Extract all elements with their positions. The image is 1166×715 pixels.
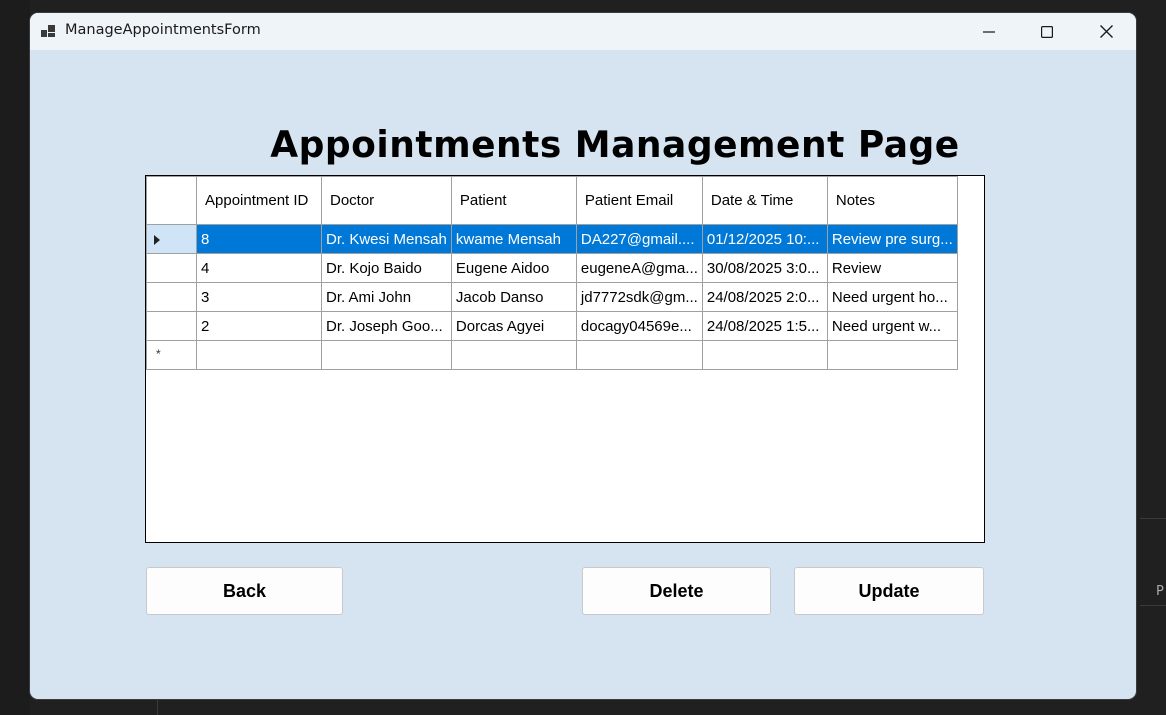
table-cell[interactable]: Dr. Kwesi Mensah xyxy=(321,224,452,254)
table-cell[interactable]: kwame Mensah xyxy=(450,224,577,254)
table-cell[interactable] xyxy=(575,340,703,370)
table-cell[interactable] xyxy=(701,340,828,370)
table-cell[interactable]: docagy04569e... xyxy=(575,311,703,341)
table-cell[interactable]: 3 xyxy=(196,282,322,312)
table-row[interactable]: 4 Dr. Kojo Baido Eugene Aidoo eugeneA@gm… xyxy=(146,253,958,283)
background-divider xyxy=(157,698,158,715)
new-row-marker: * xyxy=(156,347,161,361)
table-cell[interactable]: 01/12/2025 10:... xyxy=(701,224,828,254)
close-button[interactable] xyxy=(1077,13,1135,50)
delete-button[interactable]: Delete xyxy=(582,567,771,615)
column-header[interactable]: Doctor xyxy=(321,176,452,225)
table-cell[interactable] xyxy=(321,340,452,370)
table-row[interactable]: 2 Dr. Joseph Goo... Dorcas Agyei docagy0… xyxy=(146,311,958,341)
close-icon xyxy=(1099,25,1113,38)
table-cell[interactable]: Review pre surg... xyxy=(826,224,958,254)
manage-appointments-window: ManageAppointmentsForm Appointments Mana… xyxy=(30,13,1136,699)
appointments-table: Appointment ID Doctor Patient Patient Em… xyxy=(146,176,958,370)
table-row[interactable]: 3 Dr. Ami John Jacob Danso jd7772sdk@gm.… xyxy=(146,282,958,312)
table-cell[interactable] xyxy=(196,340,322,370)
table-cell[interactable]: 4 xyxy=(196,253,322,283)
desktop-background-left xyxy=(0,0,30,715)
table-cell[interactable]: jd7772sdk@gm... xyxy=(575,282,703,312)
table-cell[interactable]: 30/08/2025 3:0... xyxy=(701,253,828,283)
row-header[interactable] xyxy=(146,224,197,254)
column-header[interactable]: Notes xyxy=(826,176,958,225)
update-button[interactable]: Update xyxy=(794,567,984,615)
table-cell[interactable]: DA227@gmail.... xyxy=(575,224,703,254)
table-cell[interactable]: Dr. Joseph Goo... xyxy=(321,311,452,341)
row-header[interactable] xyxy=(146,282,197,312)
column-header[interactable]: Patient Email xyxy=(575,176,703,225)
column-header[interactable]: Appointment ID xyxy=(196,176,322,225)
page-title: Appointments Management Page xyxy=(270,124,960,167)
desktop-background-right xyxy=(1136,0,1166,715)
table-cell[interactable]: Dorcas Agyei xyxy=(450,311,577,341)
table-cell[interactable]: Eugene Aidoo xyxy=(450,253,577,283)
new-row[interactable]: * xyxy=(146,340,958,370)
background-divider xyxy=(1140,605,1166,606)
row-header[interactable] xyxy=(146,311,197,341)
row-header[interactable] xyxy=(146,253,197,283)
window-title: ManageAppointmentsForm xyxy=(65,22,261,38)
title-bar[interactable]: ManageAppointmentsForm xyxy=(30,13,1136,50)
minimize-button[interactable] xyxy=(960,13,1018,50)
maximize-button[interactable] xyxy=(1018,13,1076,50)
row-header-corner[interactable] xyxy=(146,176,197,225)
column-header[interactable]: Patient xyxy=(450,176,577,225)
background-divider xyxy=(1140,518,1166,519)
table-cell[interactable]: Jacob Danso xyxy=(450,282,577,312)
back-button[interactable]: Back xyxy=(146,567,343,615)
app-icon xyxy=(41,25,55,37)
table-cell[interactable]: 2 xyxy=(196,311,322,341)
table-cell[interactable]: 24/08/2025 2:0... xyxy=(701,282,828,312)
maximize-icon xyxy=(1041,25,1053,38)
table-cell[interactable]: 24/08/2025 1:5... xyxy=(701,311,828,341)
current-row-icon xyxy=(154,235,160,245)
header-row: Appointment ID Doctor Patient Patient Em… xyxy=(146,176,958,225)
table-cell[interactable]: Need urgent ho... xyxy=(826,282,958,312)
appointments-grid[interactable]: Appointment ID Doctor Patient Patient Em… xyxy=(145,175,985,543)
minimize-icon xyxy=(983,30,995,33)
table-cell[interactable] xyxy=(826,340,958,370)
table-cell[interactable]: Review xyxy=(826,253,958,283)
row-header[interactable]: * xyxy=(146,340,197,370)
column-header[interactable]: Date & Time xyxy=(701,176,828,225)
table-cell[interactable]: Dr. Ami John xyxy=(321,282,452,312)
background-text: P xyxy=(1156,584,1164,599)
table-cell[interactable] xyxy=(450,340,577,370)
table-cell[interactable]: eugeneA@gma... xyxy=(575,253,703,283)
table-cell[interactable]: Dr. Kojo Baido xyxy=(321,253,452,283)
table-cell[interactable]: 8 xyxy=(196,224,322,254)
table-row[interactable]: 8 Dr. Kwesi Mensah kwame Mensah DA227@gm… xyxy=(146,224,958,254)
table-cell[interactable]: Need urgent w... xyxy=(826,311,958,341)
